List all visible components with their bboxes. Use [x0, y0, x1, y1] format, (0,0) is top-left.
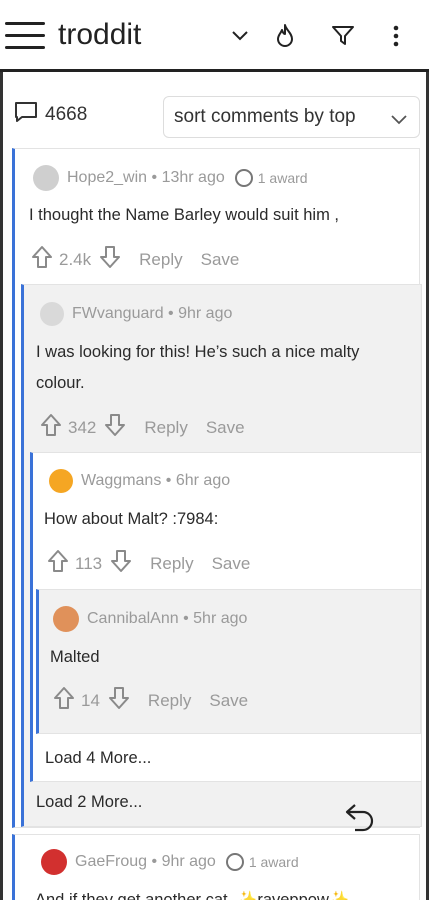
comment: GaeFroug • 9hr ago 1 award And if they g…: [12, 834, 420, 900]
avatar[interactable]: [40, 302, 64, 326]
avatar[interactable]: [53, 606, 79, 632]
sort-comments-select[interactable]: sort comments by top: [163, 96, 420, 138]
load-more-button[interactable]: Load 4 More...: [45, 749, 152, 768]
reply-button[interactable]: Reply: [144, 418, 187, 438]
reply-button[interactable]: Reply: [139, 250, 182, 270]
comment-header: GaeFroug • 9hr ago 1 award: [41, 849, 299, 875]
upvote-icon[interactable]: [31, 245, 53, 274]
reply-button[interactable]: Reply: [150, 554, 193, 574]
comment: Hope2_win • 13hr ago 1 award I thought t…: [12, 148, 422, 828]
comment-actions: 2.4k Reply Save: [31, 245, 239, 274]
comment-author[interactable]: Hope2_win: [67, 169, 147, 187]
save-button[interactable]: Save: [209, 691, 248, 711]
comments-panel: 4668 sort comments by top Hope2_win • 13…: [0, 72, 429, 900]
comment-actions: 113 Reply Save: [47, 549, 250, 578]
avatar[interactable]: [33, 165, 59, 191]
comment: Waggmans • 6hr ago How about Malt? :7984…: [30, 452, 422, 782]
comment-count: 4668: [13, 100, 87, 129]
comment-time: 6hr ago: [175, 472, 231, 489]
upvote-icon[interactable]: [47, 549, 69, 578]
downvote-icon[interactable]: [104, 413, 126, 442]
award-icon: [234, 169, 253, 187]
downvote-icon[interactable]: [108, 686, 130, 715]
comment-actions: 14 Reply Save: [53, 686, 248, 715]
comment: FWvanguard • 9hr ago I was looking for t…: [21, 284, 422, 827]
comment-body: I was looking for this! He’s such a nice…: [36, 343, 360, 392]
more-options-icon[interactable]: [382, 22, 410, 50]
downvote-icon[interactable]: [99, 245, 121, 274]
load-more-button[interactable]: Load 2 More...: [36, 793, 142, 812]
upvote-icon[interactable]: [40, 413, 62, 442]
comment-body: How about Malt? :7984:: [44, 510, 219, 528]
filter-icon[interactable]: [329, 22, 357, 50]
vote-score: 342: [68, 417, 97, 437]
comment-author[interactable]: Waggmans: [81, 472, 161, 490]
downvote-icon[interactable]: [110, 549, 132, 578]
reply-button[interactable]: Reply: [148, 691, 191, 711]
comment-header: Hope2_win • 13hr ago 1 award: [33, 165, 308, 191]
comment-author[interactable]: GaeFroug: [75, 853, 147, 871]
comment-time: 9hr ago: [161, 853, 216, 870]
avatar[interactable]: [41, 849, 67, 875]
undo-icon[interactable]: [343, 802, 377, 837]
comment-time: 5hr ago: [193, 610, 248, 627]
comment-author[interactable]: FWvanguard: [72, 305, 164, 323]
comment-body: And if they get another cat, ✨raveppow✨: [35, 891, 350, 900]
comment-bubble-icon: [13, 100, 39, 129]
comment-count-value: 4668: [45, 103, 88, 125]
app-title[interactable]: troddit: [58, 18, 141, 52]
award-icon: [225, 853, 244, 871]
comment: CannibalAnn • 5hr ago Malted 14 Reply Sa…: [36, 589, 421, 734]
comment-header: Waggmans • 6hr ago: [49, 469, 230, 493]
upvote-icon[interactable]: [53, 686, 75, 715]
comment-time: 9hr ago: [178, 305, 233, 322]
save-button[interactable]: Save: [201, 250, 240, 270]
vote-score: 2.4k: [59, 249, 92, 269]
hamburger-menu-icon[interactable]: [5, 22, 45, 50]
vote-score: 14: [81, 690, 100, 710]
comment-body: Malted: [50, 648, 100, 666]
award-badge: 1 award: [234, 169, 308, 187]
save-button[interactable]: Save: [212, 554, 251, 574]
avatar[interactable]: [49, 469, 73, 493]
comment-author[interactable]: CannibalAnn: [87, 610, 179, 628]
comment-header: FWvanguard • 9hr ago: [40, 302, 232, 326]
sort-select-label: sort comments by top: [174, 106, 356, 127]
flame-icon[interactable]: [271, 22, 299, 50]
save-button[interactable]: Save: [206, 418, 245, 438]
comment-body: I thought the Name Barley would suit him…: [29, 206, 339, 224]
vote-score: 113: [75, 553, 103, 573]
comment-header: CannibalAnn • 5hr ago: [53, 606, 247, 632]
chevron-down-icon: [391, 109, 407, 131]
comment-actions: 342 Reply Save: [40, 413, 245, 442]
top-bar: troddit: [0, 0, 429, 72]
chevron-down-icon[interactable]: [226, 22, 254, 50]
award-badge: 1 award: [225, 853, 299, 871]
comment-time: 13hr ago: [161, 169, 225, 186]
